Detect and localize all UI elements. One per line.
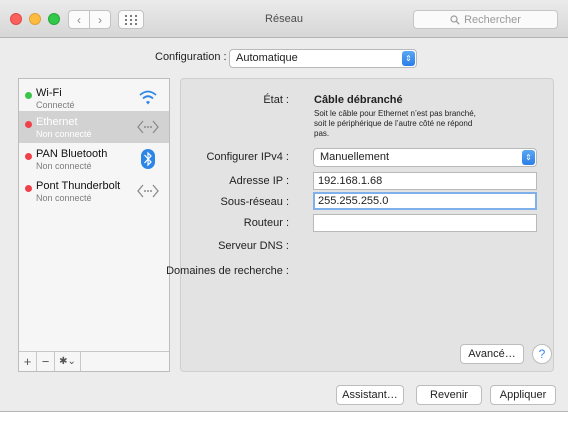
service-status: Non connecté [36,129,92,139]
show-all-button[interactable] [118,10,144,29]
service-item-thunderbolt-bridge[interactable]: Pont Thunderbolt Non connecté [19,175,169,207]
search-field[interactable]: Rechercher [413,10,558,29]
grid-icon [125,14,137,25]
add-service-button[interactable]: + [19,352,37,371]
service-name: PAN Bluetooth [36,148,108,160]
configuration-value: Automatique [236,52,298,64]
ip-address-field[interactable]: 192.168.1.68 [313,172,537,190]
service-name: Wi-Fi [36,87,62,99]
title-bar: Réseau ‹ › Rechercher [0,0,568,38]
service-status: Non connecté [36,193,92,203]
close-window-button[interactable] [10,13,22,25]
assistant-button[interactable]: Assistant… [336,385,404,405]
updown-arrows-icon: ⇕ [522,150,535,165]
wifi-icon [137,88,159,108]
ipv4-label: Configurer IPv4 : [206,151,289,163]
state-label: État : [263,94,289,106]
router-label: Routeur : [243,217,289,229]
help-button[interactable]: ? [532,344,552,364]
subnet-label: Sous-réseau : [220,196,289,208]
ipv4-method-select[interactable]: Manuellement ⇕ [313,148,537,167]
ipv4-method-value: Manuellement [320,151,390,163]
service-list: Wi-Fi Connecté Ethernet Non connecté PAN… [18,78,170,372]
configuration-select[interactable]: Automatique ⇕ [229,49,417,68]
service-name: Ethernet [36,116,78,128]
service-item-ethernet[interactable]: Ethernet Non connecté [19,111,169,143]
search-domains-label: Domaines de recherche : [166,265,289,277]
dns-server-label: Serveur DNS : [218,240,289,252]
configuration-label: Configuration : [155,51,227,63]
search-placeholder: Rechercher [464,13,521,26]
status-dot [25,92,32,99]
state-value: Câble débranché [314,94,403,106]
subnet-field[interactable]: 255.255.255.0 [313,192,537,210]
advanced-button[interactable]: Avancé… [460,344,524,364]
service-detail-panel: État : Câble débranché Soit le câble pou… [166,78,554,372]
zoom-window-button[interactable] [48,13,60,25]
service-status: Non connecté [36,161,92,171]
network-preferences-window: Réseau ‹ › Rechercher Configuration: Au… [0,0,568,412]
router-field[interactable] [313,214,537,232]
status-dot [25,121,32,128]
status-dot [25,153,32,160]
plus-icon: + [23,354,32,369]
ip-address-label: Adresse IP : [229,175,289,187]
remove-service-button[interactable]: − [37,352,55,371]
action-menu-button[interactable]: ✱⌄ [55,352,81,371]
search-icon [450,14,460,25]
minus-icon: − [41,354,50,369]
updown-arrows-icon: ⇕ [402,51,415,66]
ethernet-icon [137,181,159,201]
status-dot [25,185,32,192]
service-status: Connecté [36,100,75,110]
state-note: Soit le câble pour Ethernet n’est pas br… [314,109,476,138]
forward-button[interactable]: › [89,10,111,29]
service-name: Pont Thunderbolt [36,180,121,192]
apply-button[interactable]: Appliquer [490,385,556,405]
help-icon: ? [538,347,546,361]
chevron-right-icon: › [98,12,102,27]
chevron-left-icon: ‹ [77,12,81,27]
minimize-window-button[interactable] [29,13,41,25]
ethernet-icon [137,117,159,137]
revert-button[interactable]: Revenir [416,385,482,405]
gear-icon: ✱⌄ [59,356,76,367]
service-item-pan-bluetooth[interactable]: PAN Bluetooth Non connecté [19,143,169,175]
service-list-controls: + − ✱⌄ [19,351,169,371]
bluetooth-icon [137,149,159,169]
back-button[interactable]: ‹ [68,10,90,29]
service-item-wifi[interactable]: Wi-Fi Connecté [19,82,169,114]
